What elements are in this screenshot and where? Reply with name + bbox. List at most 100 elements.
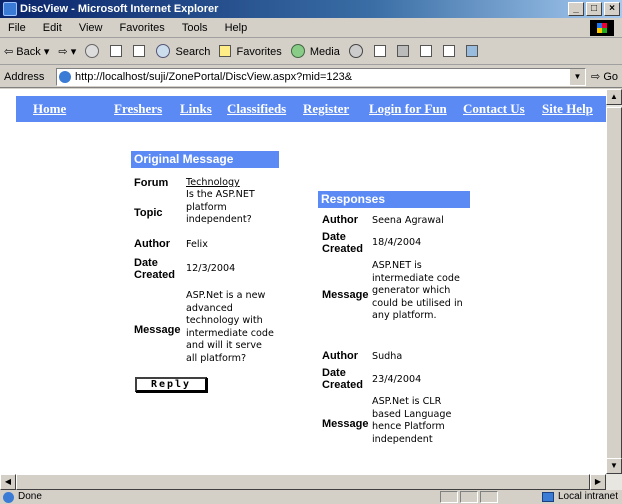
nav-link-freshers[interactable]: Freshers [114,101,162,117]
response-author-value: Seena Agrawal [372,215,444,226]
menu-tools[interactable]: Tools [176,18,214,38]
message-line: all platform? [186,352,247,364]
vertical-scroll-thumb[interactable] [606,107,622,465]
nav-link-links[interactable]: Links [180,101,212,117]
message-line: ASP.Net is a new [186,290,266,301]
forum-link[interactable]: Technology [186,177,240,190]
response-date-label: Date Created [322,231,363,255]
date-label-line: Date [322,367,346,379]
author-value: Felix [186,239,208,250]
date-label-line: Created [322,379,363,391]
responses-heading: Responses [318,191,470,208]
discuss-button[interactable] [443,39,457,65]
horizontal-scrollbar[interactable]: ◀ ▶ [0,474,622,490]
message-line: generator which [372,285,451,296]
done-page-icon [3,492,14,503]
back-arrow-icon: ⇦ [4,46,14,58]
message-label: Message [134,324,181,336]
ie-icon [3,2,17,16]
stop-icon [85,44,100,58]
message-line: independent [372,433,433,445]
response-author-value: Sudha [372,351,403,362]
go-label: Go [603,71,618,83]
print-button[interactable] [397,39,411,65]
close-button[interactable]: × [604,2,620,16]
window-titlebar[interactable]: DiscView - Microsoft Internet Explorer _… [0,0,622,18]
back-button[interactable]: ⇦ Back ▾ [4,39,49,65]
nav-link-classifieds[interactable]: Classifieds [227,101,286,117]
search-icon [156,44,171,58]
date-label-line: Date [134,257,158,269]
address-dropdown-icon[interactable]: ▼ [570,69,585,85]
scroll-right-icon[interactable]: ▶ [590,474,606,490]
forward-button[interactable]: ⇨ ▾ [58,39,76,65]
address-label: Address [4,71,45,83]
nav-link-site-help[interactable]: Site Help [542,101,593,117]
nav-link-login-for-fun[interactable]: Login for Fun [369,101,447,117]
menu-help[interactable]: Help [219,18,254,38]
response-author-label: Author [322,350,359,362]
back-label: Back [16,46,41,58]
status-cell [440,491,458,503]
media-label: Media [309,46,340,58]
mail-button[interactable] [373,39,388,65]
message-line: ASP.Net is CLR [372,396,442,407]
stop-button[interactable] [85,39,101,65]
home-button[interactable] [133,39,147,65]
message-line: intermediate code [186,327,274,339]
nav-link-home[interactable]: Home [33,101,66,117]
menu-view[interactable]: View [73,18,109,38]
message-line: ASP.NET is [372,260,422,271]
response-message-value: ASP.Net is CLR based Language hence Plat… [372,396,451,446]
vertical-scrollbar[interactable]: ▲ ▼ [606,89,622,474]
date-created-label: Date Created [134,257,175,281]
chevron-down-icon: ▾ [43,46,50,58]
response-message-label: Message [322,289,369,301]
response-message-label: Message [322,418,369,430]
go-button[interactable]: ⇨ Go [591,66,618,88]
message-value: ASP.Net is a new advanced technology wit… [186,290,274,365]
horizontal-scroll-thumb[interactable] [16,474,590,490]
site-nav-bar: Home Freshers Links Classifieds Register… [16,96,606,122]
favorites-button[interactable]: Favorites [219,39,282,65]
scroll-down-icon[interactable]: ▼ [606,458,622,474]
author-label: Author [134,238,171,250]
nav-link-register[interactable]: Register [303,101,349,117]
address-input[interactable]: http://localhost/suji/ZonePortal/DiscVie… [56,68,586,86]
date-created-value: 12/3/2004 [186,263,236,274]
nav-link-contact-us[interactable]: Contact Us [463,101,525,117]
status-cell [480,491,498,503]
minimize-button[interactable]: _ [568,2,584,16]
original-message-heading: Original Message [131,151,279,168]
status-bar: Done Local intranet [0,490,622,504]
search-button[interactable]: Search [156,39,210,65]
edit-icon [420,45,433,57]
address-bar: Address http://localhost/suji/ZonePortal… [0,66,622,88]
reply-button[interactable]: Reply [135,377,207,392]
history-button[interactable] [348,39,365,65]
forum-label: Forum [134,177,169,189]
menu-file[interactable]: File [2,18,32,38]
response-date-label: Date Created [322,367,363,391]
date-label-line: Date [322,231,346,243]
chevron-down-icon: ▾ [70,46,77,58]
menu-favorites[interactable]: Favorites [114,18,171,38]
media-button[interactable]: Media [290,39,340,65]
message-line: technology with [186,315,263,326]
menu-edit[interactable]: Edit [37,18,68,38]
messenger-button[interactable] [466,39,480,65]
response-author-label: Author [322,214,359,226]
scroll-left-icon[interactable]: ◀ [0,474,16,490]
message-line: intermediate code [372,272,460,284]
discuss-icon [443,45,456,57]
maximize-button[interactable]: □ [586,2,602,16]
go-arrow-icon: ⇨ [591,71,601,83]
message-line: any platform. [372,310,437,321]
home-icon [133,45,146,57]
message-line: advanced [186,302,233,314]
favorites-label: Favorites [236,46,282,58]
edit-button[interactable] [420,39,434,65]
history-icon [348,44,363,58]
refresh-button[interactable] [110,39,124,65]
scroll-up-icon[interactable]: ▲ [606,89,622,105]
